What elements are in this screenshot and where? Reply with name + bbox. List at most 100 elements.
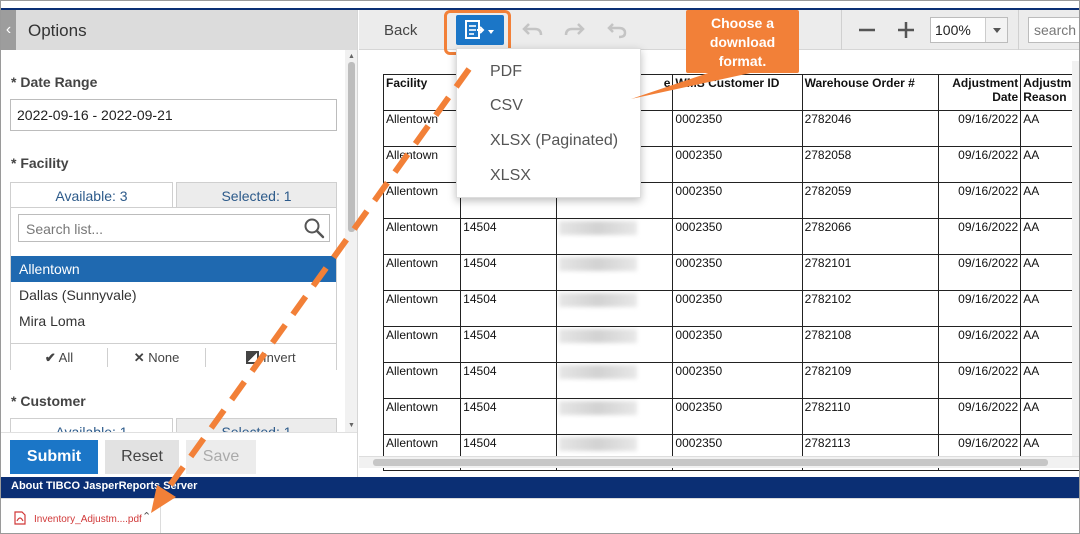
cell-wms-customer-id: 0002350 xyxy=(672,254,803,291)
chevron-down-icon[interactable] xyxy=(985,18,1007,42)
download-item[interactable]: Inventory_Adjustm....pdf ⌃ xyxy=(1,499,161,533)
cell-number: 14504 xyxy=(460,398,557,435)
cell-wms-customer-id: 0002350 xyxy=(672,182,803,219)
select-none-label: None xyxy=(148,350,180,365)
collapse-panel-button[interactable]: ‹ xyxy=(1,10,16,50)
table-row: Allentown 14504 0002350 2782109 09/16/2022 AA xyxy=(382,362,1079,399)
menu-item-xlsx[interactable]: XLSX xyxy=(490,167,531,185)
zoom-in-icon[interactable] xyxy=(895,21,917,39)
submit-button[interactable]: Submit xyxy=(10,440,98,474)
about-link[interactable]: About TIBCO JasperReports Server xyxy=(11,480,197,492)
cell-warehouse-order: 2782058 xyxy=(801,146,939,183)
options-scroll-thumb[interactable] xyxy=(348,62,355,232)
select-all-label: All xyxy=(58,350,74,365)
header-reason-partial: Reason xyxy=(1023,90,1067,104)
undo-icon[interactable] xyxy=(521,21,543,39)
pdf-file-icon xyxy=(14,511,26,525)
facility-tabs: Available: 3 Selected: 1 xyxy=(10,182,337,208)
redacted-text xyxy=(558,257,637,271)
cell-number: 14504 xyxy=(460,254,557,291)
cell-warehouse-order: 2782109 xyxy=(801,362,939,399)
undo-all-icon[interactable] xyxy=(607,21,629,39)
redacted-text xyxy=(558,401,637,415)
tab-facility-selected[interactable]: Selected: 1 xyxy=(176,182,337,208)
cell-warehouse-order: 2782066 xyxy=(801,218,939,255)
about-bar: About TIBCO JasperReports Server xyxy=(1,477,1079,498)
table-row: Allentown 14504 0002350 2782108 09/16/2022 AA xyxy=(382,326,1079,363)
cell-warehouse-order: 2782108 xyxy=(801,326,939,363)
cell-adjustment-date: 09/16/2022 xyxy=(937,146,1022,183)
menu-item-xlsx-paginated[interactable]: XLSX (Paginated) xyxy=(490,132,618,150)
customer-label: * Customer xyxy=(11,393,86,409)
date-range-input[interactable]: 2022-09-16 - 2022-09-21 xyxy=(10,99,337,131)
back-button[interactable]: Back xyxy=(384,22,417,39)
reset-button[interactable]: Reset xyxy=(105,440,179,474)
list-item[interactable]: Dallas (Sunnyvale) xyxy=(11,282,336,308)
cell-adjustment-date: 09/16/2022 xyxy=(937,182,1022,219)
cell-wms-customer-id: 0002350 xyxy=(672,218,803,255)
select-none-button[interactable]: ✕ None xyxy=(108,344,205,371)
cell-facility: Allentown xyxy=(382,218,462,255)
report-vertical-scrollbar[interactable] xyxy=(1072,61,1079,456)
save-button[interactable]: Save xyxy=(186,440,256,474)
download-filename: Inventory_Adjustm....pdf xyxy=(34,514,142,525)
options-header: ‹ Options xyxy=(1,10,357,50)
cell-name-redacted xyxy=(555,254,674,291)
export-format-menu: PDF CSV XLSX (Paginated) XLSX xyxy=(456,48,641,198)
app-window: ‹ Options * Date Range 2022-09-16 - 2022… xyxy=(0,0,1080,534)
cell-name-redacted xyxy=(555,326,674,363)
report-search-input[interactable]: search xyxy=(1028,17,1079,43)
downloads-bar: Inventory_Adjustm....pdf ⌃ xyxy=(1,498,1079,533)
redacted-text xyxy=(558,437,637,451)
check-icon: ✔ xyxy=(44,350,56,365)
cell-wms-customer-id: 0002350 xyxy=(672,110,803,147)
cell-wms-customer-id: 0002350 xyxy=(672,362,803,399)
chevron-up-icon[interactable]: ⌃ xyxy=(142,510,151,523)
zoom-select[interactable]: 100% xyxy=(930,17,1008,43)
menu-item-pdf[interactable]: PDF xyxy=(490,63,522,81)
redacted-text xyxy=(558,293,637,307)
cell-number: 14504 xyxy=(460,290,557,327)
list-item[interactable]: Allentown xyxy=(11,256,336,282)
search-icon[interactable] xyxy=(303,217,325,239)
list-actions: ✔ All ✕ None Invert xyxy=(11,343,336,370)
facility-label: * Facility xyxy=(11,155,69,171)
options-panel: ‹ Options * Date Range 2022-09-16 - 2022… xyxy=(1,10,358,477)
cell-wms-customer-id: 0002350 xyxy=(672,146,803,183)
cell-number: 14504 xyxy=(460,326,557,363)
col-adjustment-date: Adjustment Date xyxy=(937,74,1022,111)
tab-facility-available[interactable]: Available: 3 xyxy=(10,182,173,208)
table-row: Allentown 14504 0002350 2782102 09/16/2022 AA xyxy=(382,290,1079,327)
cell-warehouse-order: 2782046 xyxy=(801,110,939,147)
cell-adjustment-date: 09/16/2022 xyxy=(937,326,1022,363)
redacted-text xyxy=(558,221,637,235)
cell-adjustment-date: 09/16/2022 xyxy=(937,110,1022,147)
col-facility: Facility xyxy=(382,74,462,111)
report-scroll-thumb[interactable] xyxy=(373,459,1048,466)
menu-item-csv[interactable]: CSV xyxy=(490,97,523,115)
cell-name-redacted xyxy=(555,398,674,435)
cell-facility: Allentown xyxy=(382,290,462,327)
zoom-out-icon[interactable] xyxy=(856,21,878,39)
facility-search-input[interactable]: Search list... xyxy=(18,214,330,242)
cell-facility: Allentown xyxy=(382,182,462,219)
cell-adjustment-date: 09/16/2022 xyxy=(937,218,1022,255)
redo-icon[interactable] xyxy=(564,21,586,39)
options-actions: Submit Reset Save xyxy=(1,432,357,477)
scroll-up-icon[interactable]: ▲ xyxy=(345,52,357,62)
cell-adjustment-date: 09/16/2022 xyxy=(937,362,1022,399)
cell-warehouse-order: 2782110 xyxy=(801,398,939,435)
invert-button[interactable]: Invert xyxy=(206,344,336,371)
cell-facility: Allentown xyxy=(382,326,462,363)
list-item[interactable]: Mira Loma xyxy=(11,308,336,334)
redacted-text xyxy=(558,329,637,343)
date-range-label: * Date Range xyxy=(11,74,98,90)
cell-facility: Allentown xyxy=(382,146,462,183)
search-placeholder: Search list... xyxy=(26,221,104,237)
table-row: Allentown 14504 0002350 2782066 09/16/2022 AA xyxy=(382,218,1079,255)
table-row: Allentown 14504 0002350 2782110 09/16/2022 AA xyxy=(382,398,1079,435)
select-all-button[interactable]: ✔ All xyxy=(11,344,107,371)
facility-listbox: Search list... Allentown Dallas (Sunnyva… xyxy=(10,207,337,370)
table-row: Allentown 14504 0002350 2782101 09/16/2022 AA xyxy=(382,254,1079,291)
scroll-down-icon[interactable]: ▼ xyxy=(345,421,357,431)
